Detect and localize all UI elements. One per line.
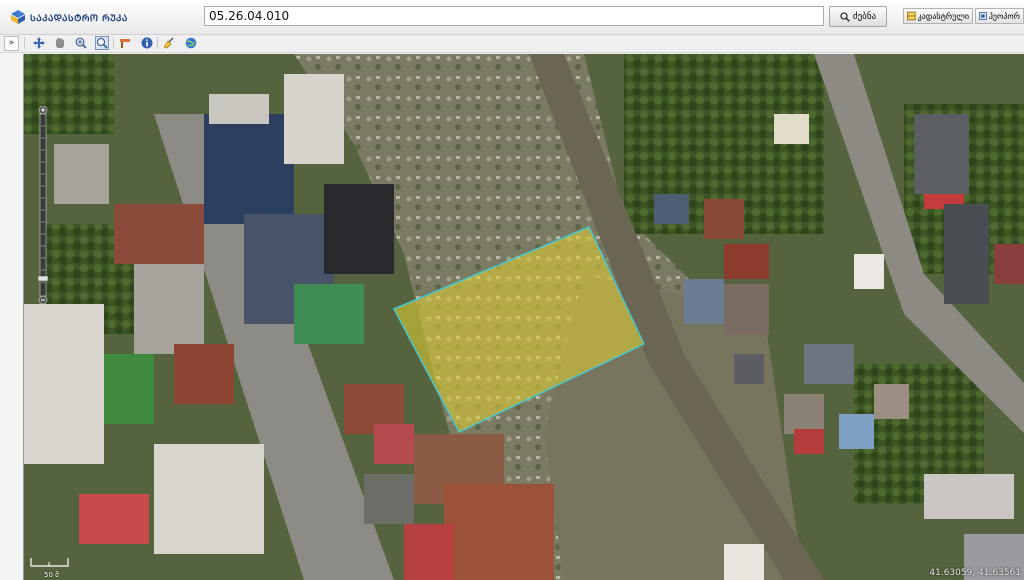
coordinate-readout: 41.63059, 41.63561 (929, 568, 1021, 578)
toolbar-separator (113, 37, 114, 49)
toolbar-separator (24, 37, 25, 49)
geoportal-button[interactable]: ჰეოპორ (975, 8, 1024, 24)
app-logo[interactable]: ᲡᲐᲙᲐᲓᲐᲡᲢᲠᲝ ᲠᲣᲙᲐ (10, 8, 128, 26)
map-imagery (24, 54, 1024, 580)
hand-icon[interactable] (53, 36, 67, 50)
panel-expander[interactable]: » (4, 36, 19, 51)
highlight-icon[interactable] (162, 36, 176, 50)
zoom-minus-icon[interactable] (38, 295, 48, 305)
logo-icon (11, 10, 25, 24)
cadastral-button-label: კადასტრული (917, 11, 969, 21)
zoom-in-icon[interactable] (74, 36, 88, 50)
search-button[interactable]: ძებნა (829, 6, 887, 27)
globe-icon[interactable] (184, 36, 198, 50)
pan-icon[interactable] (32, 36, 46, 50)
logo-text: ᲡᲐᲙᲐᲓᲐᲡᲢᲠᲝ ᲠᲣᲙᲐ (30, 13, 128, 24)
map-toolbar: » (0, 35, 1024, 53)
cadastral-button[interactable]: კადასტრული (903, 8, 973, 24)
top-bar: ᲡᲐᲙᲐᲓᲐᲡᲢᲠᲝ ᲠᲣᲙᲐ ძებნა კადასტრული ჰეოპორ (0, 0, 1024, 35)
search-button-label: ძებნა (852, 11, 877, 22)
geoportal-button-label: ჰეოპორ (988, 11, 1020, 21)
zoom-handle[interactable] (37, 275, 49, 282)
geoportal-icon (979, 12, 987, 20)
cadastral-icon (907, 11, 916, 21)
search-icon (840, 11, 850, 22)
zoom-box-icon[interactable] (95, 36, 109, 50)
scale-bar (30, 558, 69, 567)
satellite-map[interactable]: 50 მ 41.63059, 41.63561 (23, 54, 1024, 580)
measure-icon[interactable] (118, 36, 132, 50)
zoom-plus-icon[interactable] (38, 106, 48, 115)
scale-label: 50 მ (44, 571, 59, 579)
cadastral-search-input[interactable] (204, 6, 824, 26)
info-icon[interactable] (140, 36, 154, 50)
toolbar-separator (157, 37, 158, 49)
zoom-slider[interactable] (37, 106, 49, 306)
